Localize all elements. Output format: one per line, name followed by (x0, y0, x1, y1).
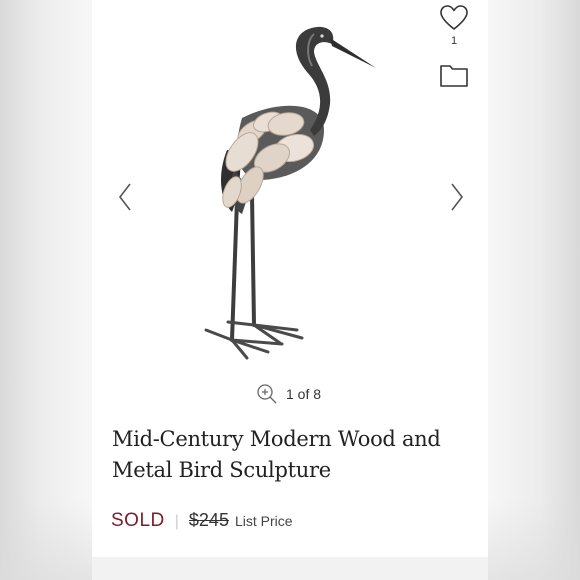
price-row: SOLD | $245 List Price (111, 510, 293, 532)
chevron-right-icon (451, 183, 464, 211)
like-button[interactable]: 1 (438, 4, 470, 52)
image-counter: 1 of 8 (286, 386, 322, 402)
price-divider: | (174, 513, 179, 530)
sold-status: SOLD (111, 510, 165, 531)
original-price: $245 (188, 510, 229, 530)
product-title: Mid-Century Modern Wood and Metal Bird S… (112, 424, 472, 486)
product-title-line-2: Metal Bird Sculpture (112, 458, 331, 482)
previous-image-button[interactable] (114, 180, 136, 214)
card-footer-strip (92, 557, 488, 580)
list-price-label: List Price (234, 513, 293, 529)
next-image-button[interactable] (446, 180, 468, 214)
product-title-line-1: Mid-Century Modern Wood and (112, 427, 441, 451)
heart-outline-icon (440, 5, 468, 30)
folder-icon (440, 65, 468, 87)
zoom-in-icon (257, 384, 277, 404)
like-count: 1 (450, 35, 458, 47)
chevron-left-icon (118, 183, 131, 211)
zoom-control[interactable]: 1 of 8 (256, 383, 321, 405)
listing-card: 1 1 of 8 Mid-Century Modern Wood and Met… (92, 0, 488, 557)
product-photo[interactable] (92, 0, 488, 370)
save-to-collection-button[interactable] (439, 62, 469, 90)
